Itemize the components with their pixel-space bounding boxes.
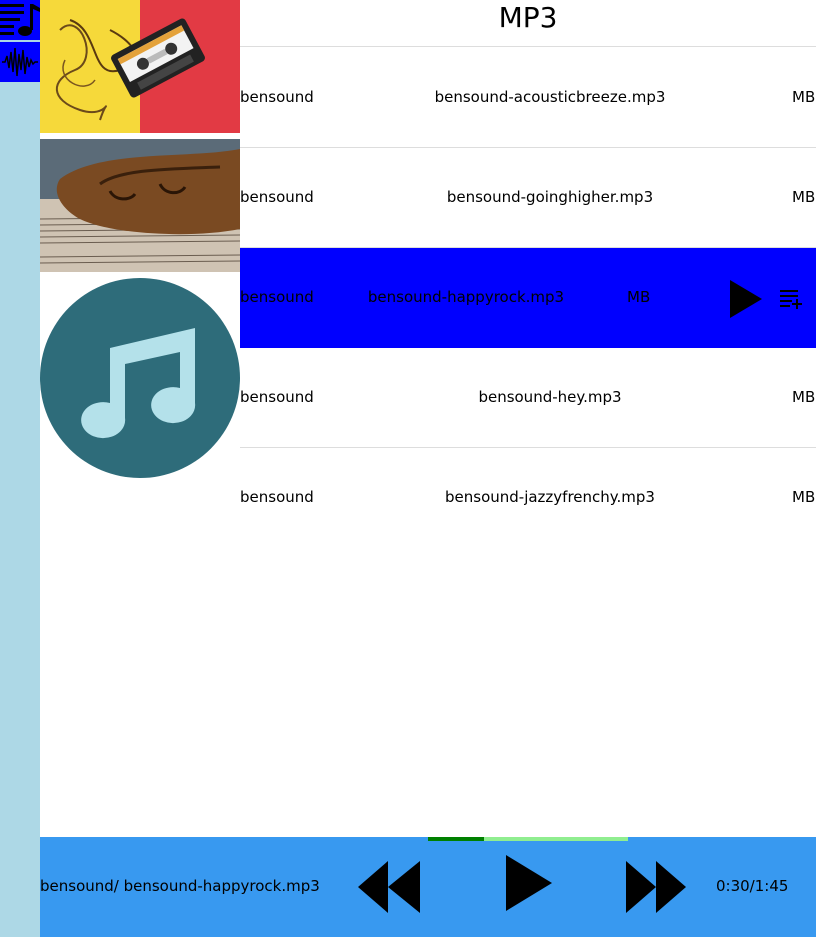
track-filename: bensound-goinghigher.mp3 xyxy=(446,188,654,206)
track-artist: bensound xyxy=(240,288,314,306)
track-row[interactable]: bensound bensound-jazzyfrenchy.mp3 MB xyxy=(240,448,816,548)
play-track-icon[interactable] xyxy=(728,278,764,320)
track-size: MB xyxy=(792,188,816,206)
time-readout: 0:30/1:45 xyxy=(716,877,789,895)
violin-sheet-music-image[interactable] xyxy=(40,139,240,272)
artwork-column xyxy=(40,0,240,837)
playlist-music-button[interactable] xyxy=(0,0,40,40)
track-row[interactable]: bensound bensound-hey.mp3 MB xyxy=(240,348,816,448)
music-note-icon xyxy=(40,278,240,478)
nav-rail xyxy=(0,0,40,937)
playlist-music-icon xyxy=(0,4,40,36)
rewind-icon[interactable] xyxy=(358,861,422,913)
page-title: MP3 xyxy=(240,0,816,47)
progress-bar[interactable] xyxy=(428,837,628,841)
waveform-icon xyxy=(2,47,38,77)
track-row-selected[interactable]: bensound bensound-happyrock.mp3 MB xyxy=(240,248,816,348)
track-list: bensound bensound-acousticbreeze.mp3 MB … xyxy=(240,48,816,548)
track-row[interactable]: bensound bensound-acousticbreeze.mp3 MB xyxy=(240,48,816,148)
player-bar: bensound/ bensound-happyrock.mp3 0:30/1:… xyxy=(40,837,816,937)
cassette-tape-image[interactable] xyxy=(40,0,240,133)
track-filename: bensound-happyrock.mp3 xyxy=(367,288,565,306)
music-note-image[interactable] xyxy=(40,278,240,478)
track-size: MB xyxy=(792,88,816,106)
progress-fill xyxy=(428,837,484,841)
track-size: MB xyxy=(627,288,651,306)
track-filename: bensound-hey.mp3 xyxy=(478,388,622,406)
add-to-queue-icon[interactable] xyxy=(780,288,802,310)
track-row[interactable]: bensound bensound-goinghigher.mp3 MB xyxy=(240,148,816,248)
track-size: MB xyxy=(792,488,816,506)
track-size: MB xyxy=(792,388,816,406)
now-playing-label: bensound/ bensound-happyrock.mp3 xyxy=(40,877,320,895)
track-artist: bensound xyxy=(240,88,314,106)
track-filename: bensound-jazzyfrenchy.mp3 xyxy=(445,488,655,506)
waveform-button[interactable] xyxy=(0,42,40,82)
fast-forward-icon[interactable] xyxy=(624,861,688,913)
track-filename: bensound-acousticbreeze.mp3 xyxy=(434,88,666,106)
track-artist: bensound xyxy=(240,188,314,206)
track-artist: bensound xyxy=(240,388,314,406)
play-icon[interactable] xyxy=(504,853,554,913)
track-artist: bensound xyxy=(240,488,314,506)
